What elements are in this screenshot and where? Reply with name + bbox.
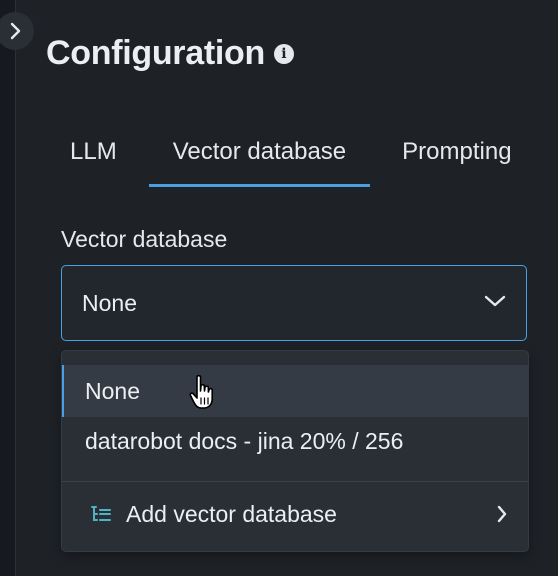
chevron-right-icon	[10, 22, 21, 40]
tab-vector-database[interactable]: Vector database	[148, 124, 371, 187]
list-tree-icon	[90, 505, 112, 523]
tab-llm[interactable]: LLM	[62, 124, 125, 186]
tab-label: Prompting	[402, 138, 512, 165]
divider	[62, 481, 528, 482]
tab-bar: LLM Vector database Prompting	[62, 124, 520, 187]
option-label: datarobot docs - jina 20% / 256	[85, 427, 404, 454]
option-label: None	[85, 377, 140, 404]
info-icon[interactable]: i	[273, 43, 294, 64]
title-row: Configuration i	[46, 34, 294, 73]
option-none[interactable]: None	[62, 365, 528, 417]
tab-label: LLM	[70, 138, 117, 165]
option-datarobot-docs[interactable]: datarobot docs - jina 20% / 256	[62, 415, 528, 467]
add-vector-database-label: Add vector database	[126, 500, 337, 527]
chevron-right-icon	[497, 505, 507, 523]
configuration-panel: Configuration i LLM Vector database Prom…	[0, 0, 558, 576]
expand-sidebar-button[interactable]	[0, 12, 34, 50]
selected-value: None	[82, 289, 137, 316]
chevron-down-icon	[484, 295, 506, 307]
vector-database-dropdown: None datarobot docs - jina 20% / 256 Add…	[61, 350, 529, 552]
sidebar-rail	[0, 0, 16, 576]
vector-database-label: Vector database	[61, 226, 228, 252]
page-title: Configuration	[46, 34, 265, 72]
tab-label: Vector database	[172, 138, 347, 165]
tab-prompting[interactable]: Prompting	[394, 124, 519, 186]
vector-database-select[interactable]: None	[61, 265, 527, 341]
add-vector-database-item[interactable]: Add vector database	[62, 488, 528, 540]
